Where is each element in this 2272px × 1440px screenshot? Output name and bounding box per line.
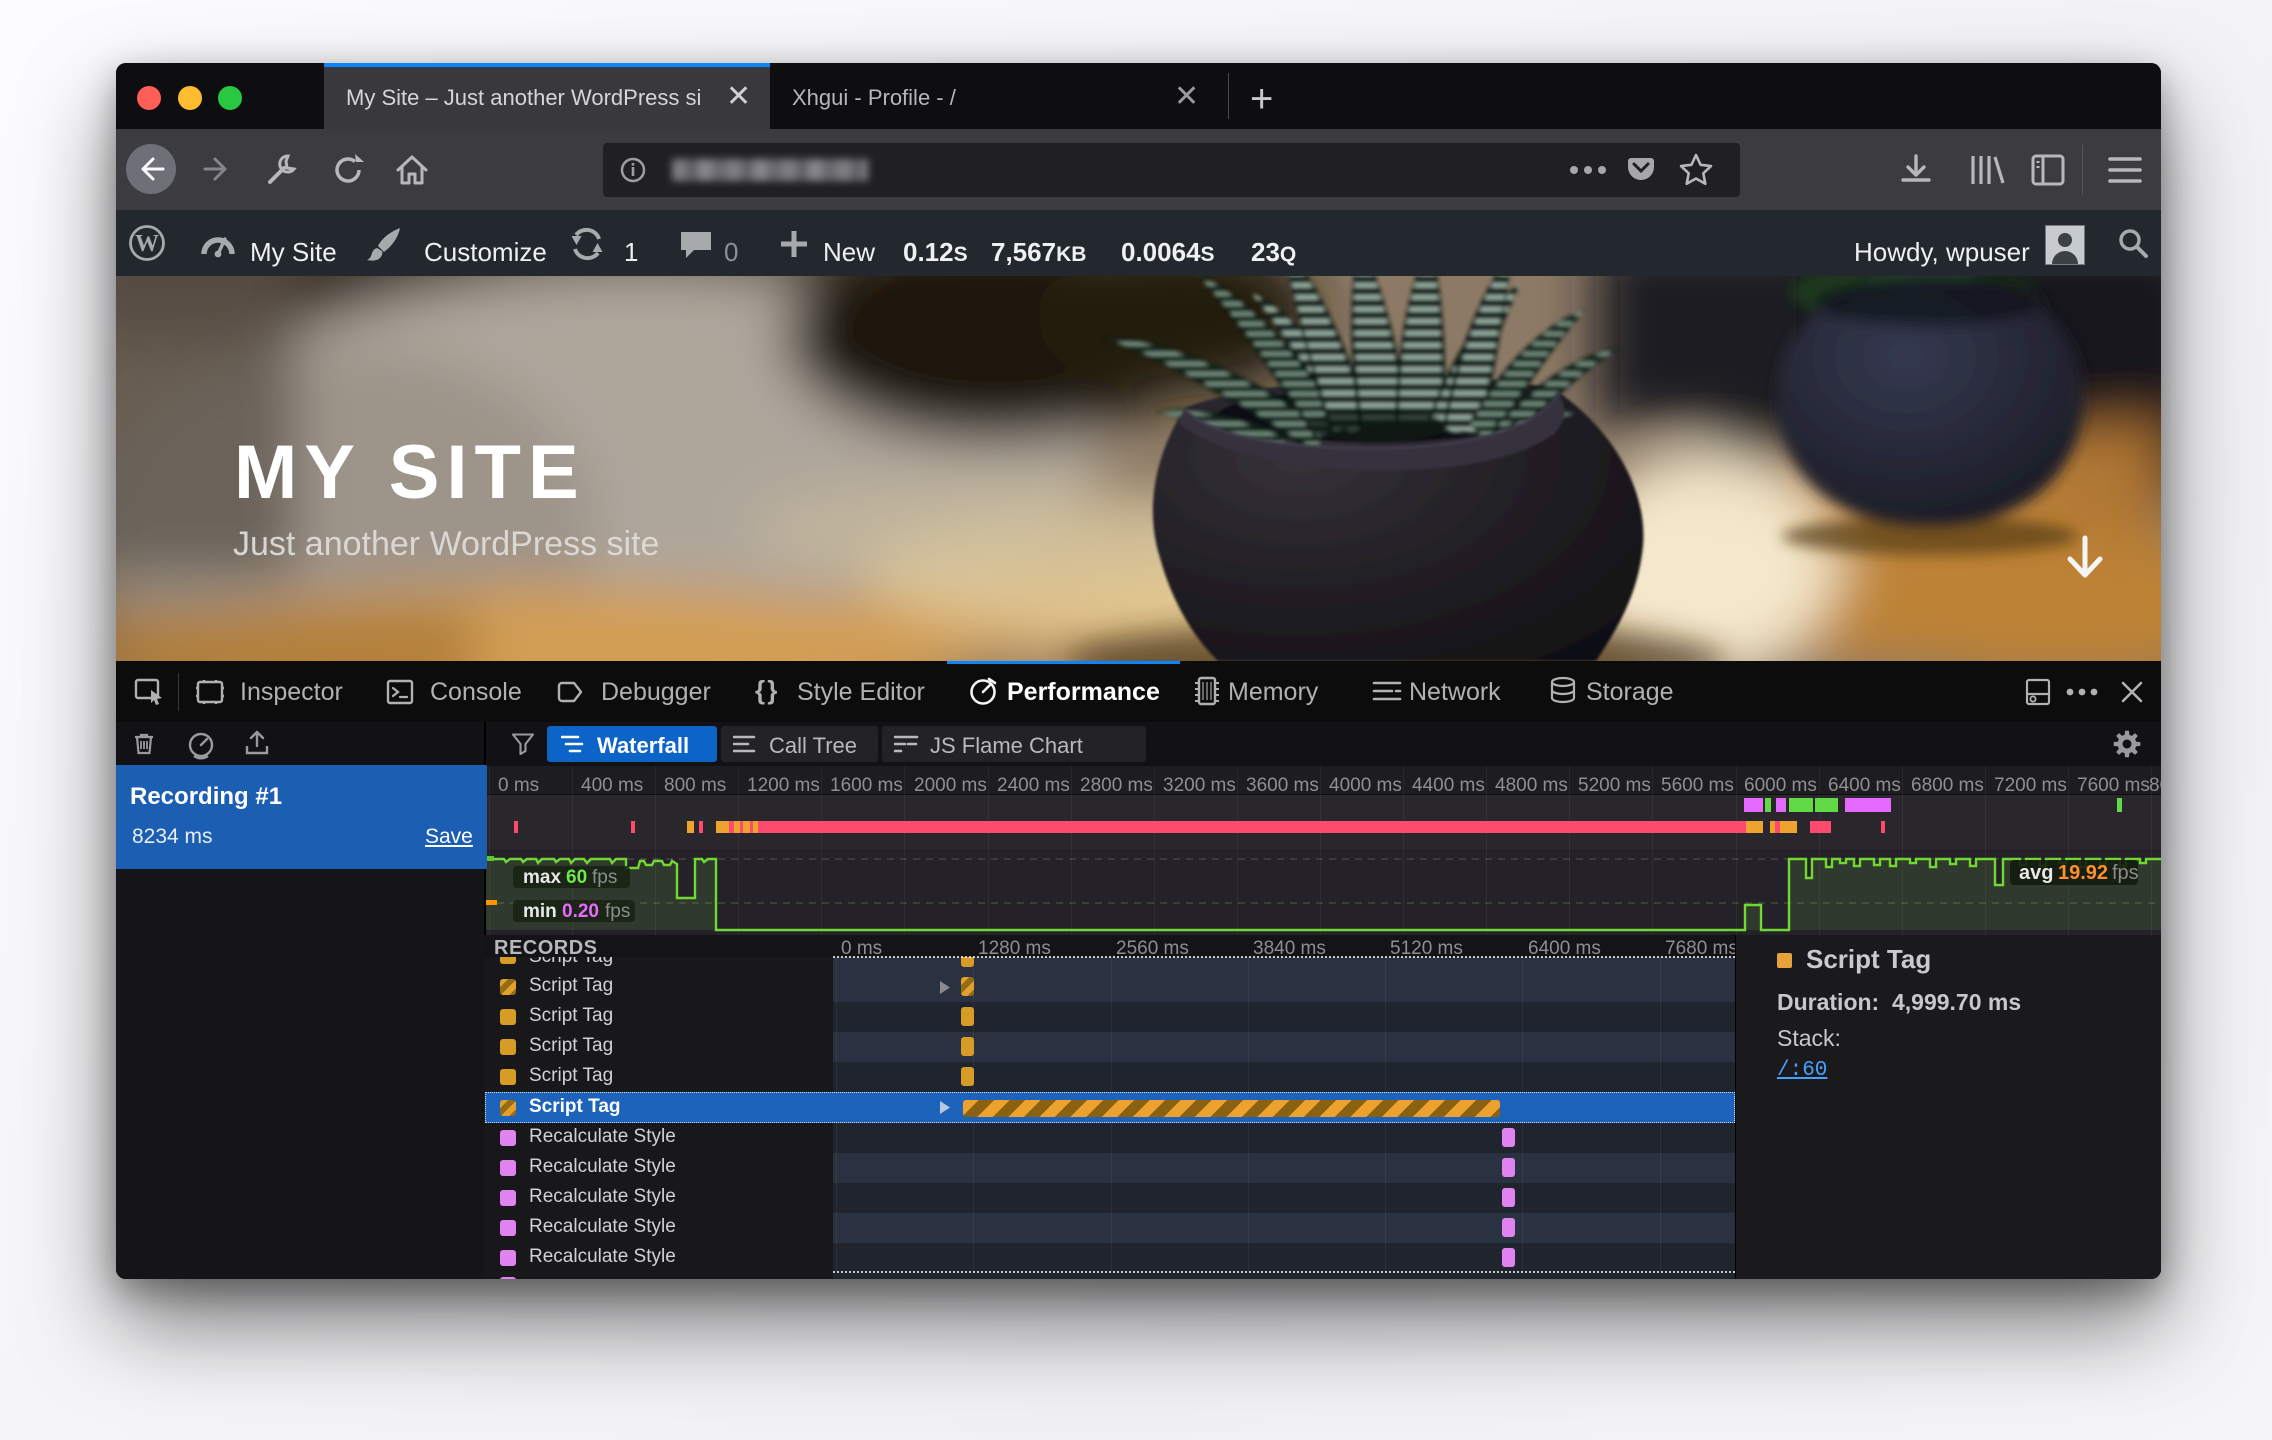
svg-text:3600 ms: 3600 ms [1246,775,1319,796]
svg-text:800 ms: 800 ms [664,775,726,796]
svg-text:max: max [523,867,561,888]
svg-text:5600 ms: 5600 ms [1661,775,1734,796]
svg-text:4800 ms: 4800 ms [1495,775,1568,796]
svg-text:1200 ms: 1200 ms [747,775,820,796]
svg-text:fps: fps [592,867,617,888]
svg-text:3200 ms: 3200 ms [1163,775,1236,796]
svg-text:7200 ms: 7200 ms [1994,775,2067,796]
svg-text:6400 ms: 6400 ms [1828,775,1901,796]
svg-text:6000 ms: 6000 ms [1744,775,1817,796]
svg-text:7600 ms: 7600 ms [2077,775,2150,796]
svg-text:fps: fps [605,901,630,922]
svg-text:avg: avg [2019,862,2053,884]
svg-text:W: W [135,231,159,257]
svg-text:MY SITE: MY SITE [234,430,586,515]
svg-text:4400 ms: 4400 ms [1412,775,1485,796]
svg-text:0 ms: 0 ms [498,775,539,796]
svg-text:19.92: 19.92 [2058,862,2108,884]
svg-text:2800 ms: 2800 ms [1080,775,1153,796]
svg-text:2400 ms: 2400 ms [997,775,1070,796]
svg-text:400 ms: 400 ms [581,775,643,796]
svg-text:2000 ms: 2000 ms [914,775,987,796]
svg-text:5200 ms: 5200 ms [1578,775,1651,796]
svg-text:1600 ms: 1600 ms [830,775,903,796]
svg-text:60: 60 [566,867,587,888]
svg-text:fps: fps [2112,862,2139,884]
svg-text:4000 ms: 4000 ms [1329,775,1402,796]
svg-text:0.20: 0.20 [562,901,599,922]
svg-text:8000: 8000 [2149,775,2161,796]
svg-text:min: min [523,901,557,922]
svg-text:Just another WordPress site: Just another WordPress site [233,525,659,563]
svg-text:6800 ms: 6800 ms [1911,775,1984,796]
